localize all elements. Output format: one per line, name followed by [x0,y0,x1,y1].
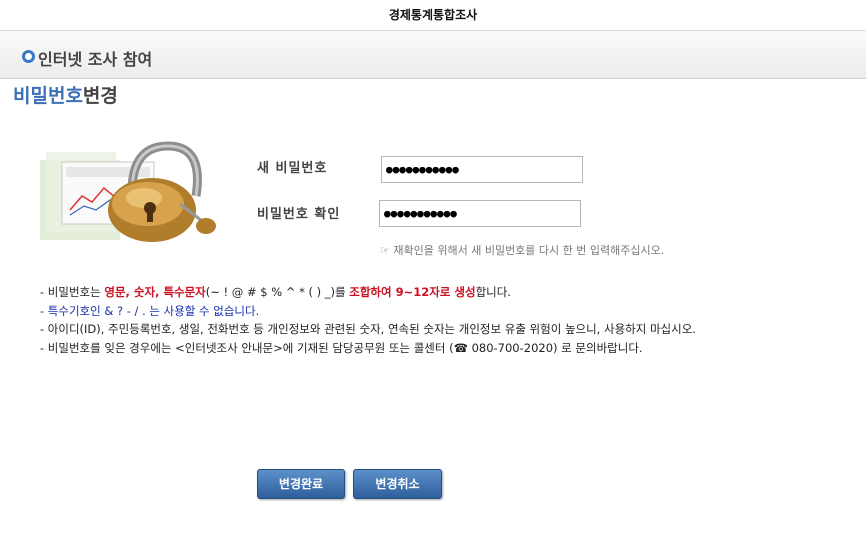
padlock-icon [40,141,216,242]
page-title-part2: 변경 [82,85,118,107]
rule-text: (~ ! @ # $ % ^ * ( ) _)를 [205,285,350,299]
rule-line-2: - 특수기호인 & ? - / . 는 사용할 수 없습니다. [40,303,260,318]
new-password-label: 새 비밀번호 [257,161,328,176]
rule-line-4: - 비밀번호를 잊은 경우에는 <인터넷조사 안내문>에 기재된 담당공무원 또… [40,340,643,355]
site-title: 경제통계통합조사 [388,8,478,22]
rule-line-3: - 아이디(ID), 주민등록번호, 생일, 전화번호 등 개인정보와 관련된 … [40,322,696,336]
section-header: 인터넷 조사 참여 [0,31,866,79]
page-title-part1: 비밀번호 [13,85,83,107]
rule-highlight: 조합하여 9~12자로 생성 [349,285,476,299]
confirm-hint: ☞ 재확인을 위해서 새 비밀번호를 다시 한 번 입력해주십시오. [380,242,664,258]
rule-text: 합니다. [475,285,511,299]
confirm-hint-text: 재확인을 위해서 새 비밀번호를 다시 한 번 입력해주십시오. [393,244,665,257]
confirm-password-input[interactable]: ●●●●●●●●●●● [379,200,581,227]
page-title: 비밀번호변경 [13,81,118,108]
circle-bullet-icon [22,50,35,63]
rule-line-1: - 비밀번호는 영문, 숫자, 특수문자(~ ! @ # $ % ^ * ( )… [40,283,696,302]
password-rules: - 비밀번호는 영문, 숫자, 특수문자(~ ! @ # $ % ^ * ( )… [40,283,696,357]
rule-highlight: 영문, 숫자, 특수문자 [104,285,206,299]
section-label: 인터넷 조사 참여 [38,50,153,69]
new-password-input[interactable]: ●●●●●●●●●●● [381,156,583,183]
confirm-password-label: 비밀번호 확인 [257,207,341,222]
rule-text: - 비밀번호는 [40,285,105,299]
pointing-hand-icon: ☞ [380,244,390,257]
confirm-change-button[interactable]: 변경완료 [257,469,345,499]
cancel-change-button[interactable]: 변경취소 [353,469,442,499]
